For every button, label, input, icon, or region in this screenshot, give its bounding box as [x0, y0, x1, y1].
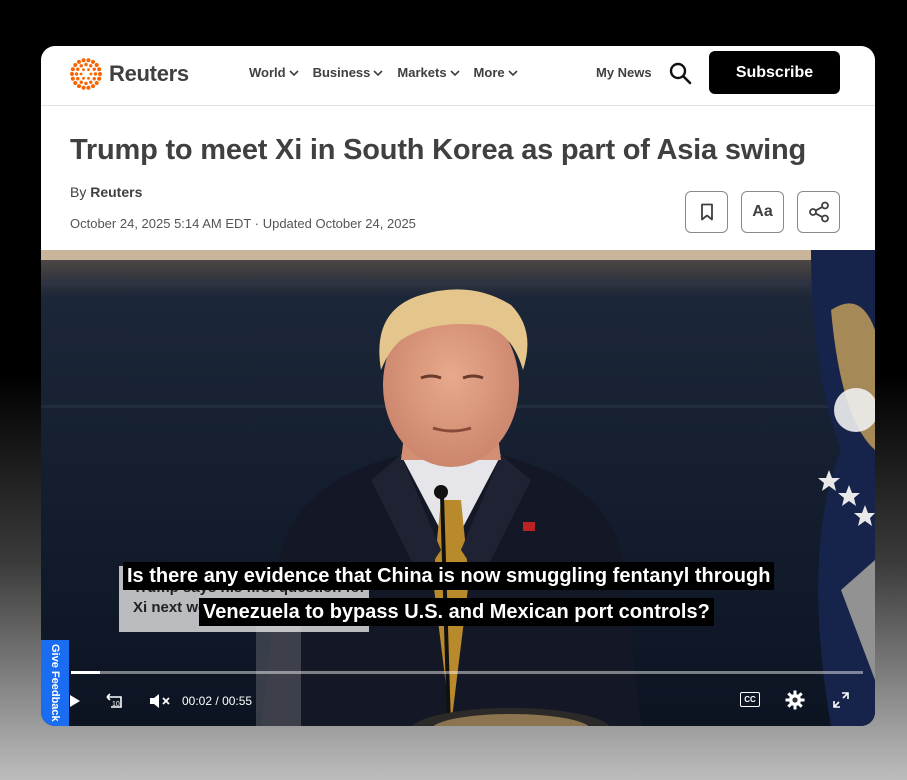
video-time: 00:02 / 00:55	[182, 694, 252, 708]
article-dateline: October 24, 2025 5:14 AM EDT · Updated O…	[70, 216, 416, 231]
article-headline: Trump to meet Xi in South Korea as part …	[70, 134, 806, 166]
search-icon[interactable]	[668, 61, 692, 85]
nav-label: World	[249, 65, 286, 80]
feedback-label: Give Feedback	[49, 644, 61, 722]
chevron-down-icon	[373, 69, 383, 76]
bookmark-button[interactable]	[685, 191, 728, 233]
closed-captions-button[interactable]: CC	[740, 692, 760, 707]
video-progress-bar[interactable]	[71, 671, 863, 674]
my-news-link[interactable]: My News	[596, 65, 652, 80]
current-time: 00:02	[182, 694, 213, 708]
byline-prefix: By	[70, 184, 87, 200]
share-button[interactable]	[797, 191, 840, 233]
nav-label: Business	[312, 65, 371, 80]
time-separator: /	[215, 694, 219, 708]
fullscreen-icon[interactable]	[833, 692, 849, 708]
nav-label: More	[473, 65, 505, 80]
article-card: Reuters World Business Markets More My N…	[41, 46, 875, 726]
cc-label: CC	[744, 695, 756, 704]
logo-text: Reuters	[109, 61, 189, 86]
site-header: Reuters World Business Markets More My N…	[41, 46, 875, 106]
nav-item-world[interactable]: World	[249, 65, 299, 80]
settings-gear-icon[interactable]	[785, 690, 805, 710]
text-size-label: Aa	[752, 203, 773, 220]
video-controls: 10 00:02 / 00:55 CC	[41, 684, 875, 716]
video-frame	[41, 250, 875, 726]
share-icon	[808, 201, 829, 223]
reuters-logo[interactable]: Reuters	[69, 57, 189, 91]
chevron-down-icon	[508, 69, 518, 76]
nav-item-business[interactable]: Business	[313, 65, 384, 80]
replay-10-icon[interactable]: 10	[103, 691, 125, 711]
reuters-logo-icon	[70, 58, 102, 90]
video-progress-fill	[71, 671, 100, 674]
nav-item-markets[interactable]: Markets	[397, 65, 460, 80]
nav-label: Markets	[397, 65, 447, 80]
video-player[interactable]: Trump says his first question for Xi nex…	[41, 250, 875, 726]
main-nav: World Business Markets More	[249, 65, 518, 80]
caption-line-1: Is there any evidence that China is now …	[123, 562, 775, 590]
bookmark-icon	[700, 203, 713, 221]
give-feedback-tab[interactable]: Give Feedback	[41, 640, 69, 726]
subscribe-button[interactable]: Subscribe	[709, 51, 840, 94]
text-size-button[interactable]: Aa	[741, 191, 784, 233]
play-icon[interactable]	[69, 694, 81, 708]
caption-line-2: Venezuela to bypass U.S. and Mexican por…	[199, 598, 714, 626]
duration: 00:55	[222, 694, 253, 708]
muted-volume-icon[interactable]	[148, 693, 172, 709]
byline-author[interactable]: Reuters	[90, 184, 142, 200]
chevron-down-icon	[449, 69, 460, 76]
byline: By Reuters	[70, 184, 142, 200]
nav-item-more[interactable]: More	[474, 65, 518, 80]
chevron-down-icon	[289, 69, 299, 76]
replay-label: 10	[112, 701, 120, 708]
